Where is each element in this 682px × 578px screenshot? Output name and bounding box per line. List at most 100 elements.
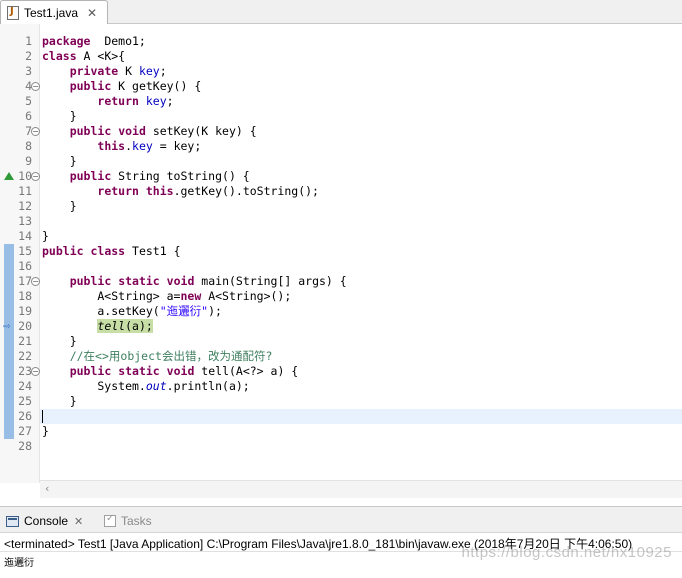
- code-token: public: [69, 124, 112, 138]
- code-text: System.out.println(a);: [42, 379, 250, 394]
- code-token: key: [138, 64, 160, 78]
- code-line[interactable]: 14}: [0, 229, 682, 244]
- line-number: 4: [25, 79, 32, 93]
- line-number: 20: [18, 319, 32, 333]
- code-line[interactable]: 26: [0, 409, 682, 424]
- line-number: 11: [18, 184, 32, 198]
- code-editor[interactable]: 1 package Demo1; 2 class A <K>{3 private K …: [0, 24, 682, 483]
- code-line[interactable]: 9 }: [0, 154, 682, 169]
- code-token: String toString() {: [111, 169, 250, 183]
- code-token: public: [69, 169, 112, 183]
- line-number: 9: [25, 154, 32, 168]
- change-marker: [4, 424, 14, 439]
- change-marker: [4, 409, 14, 424]
- code-text: }: [42, 199, 77, 214]
- code-token: main(String[] args) {: [194, 274, 347, 288]
- code-text: this.key = key;: [42, 139, 201, 154]
- change-marker: [4, 379, 14, 394]
- line-number: 12: [18, 199, 32, 213]
- fold-toggle-icon[interactable]: −: [31, 277, 40, 286]
- code-line[interactable]: 3 private K key;: [0, 64, 682, 79]
- debug-arrow-icon: ⇨: [3, 322, 11, 332]
- code-line[interactable]: 13: [0, 214, 682, 229]
- fold-toggle-icon[interactable]: −: [31, 172, 40, 181]
- code-token: class: [42, 49, 77, 63]
- code-line[interactable]: 5 return key;: [0, 94, 682, 109]
- fold-toggle-icon[interactable]: −: [31, 82, 40, 91]
- code-line[interactable]: 16: [0, 259, 682, 274]
- code-line[interactable]: 19 a.setKey("迤邐衍");: [0, 304, 682, 319]
- change-marker: [4, 289, 14, 304]
- line-number: 7: [25, 124, 32, 138]
- code-line[interactable]: 4− public K getKey() {: [0, 79, 682, 94]
- code-line[interactable]: 15 public class Test1 {: [0, 244, 682, 259]
- code-line[interactable]: 23− public static void tell(A<?> a) {: [0, 364, 682, 379]
- console-view-tab-bar: Console ✕ Tasks: [0, 506, 682, 533]
- code-token: void: [118, 124, 146, 138]
- code-text: }: [42, 154, 77, 169]
- scroll-left-icon[interactable]: ‹: [45, 482, 49, 495]
- code-line[interactable]: ⇨ 20 tell(a);: [0, 319, 682, 334]
- tasks-tab-label: Tasks: [121, 514, 152, 528]
- code-line[interactable]: 22 //在<>用object会出错，改为通配符?: [0, 349, 682, 364]
- line-number: 18: [18, 289, 32, 303]
- line-number: 23: [18, 364, 32, 378]
- code-text: private K key;: [42, 64, 167, 79]
- close-icon[interactable]: ✕: [74, 515, 83, 528]
- code-line[interactable]: 6 }: [0, 109, 682, 124]
- close-icon[interactable]: ✕: [87, 6, 97, 20]
- tab-console[interactable]: Console ✕: [6, 511, 83, 531]
- code-line[interactable]: 18 A<String> a=new A<String>();: [0, 289, 682, 304]
- editor-tab-test1-java[interactable]: Test1.java ✕: [0, 0, 108, 24]
- code-line[interactable]: 1 package Demo1;: [0, 34, 682, 49]
- code-line[interactable]: 8 this.key = key;: [0, 139, 682, 154]
- code-token: (a);: [125, 319, 153, 333]
- code-token: void: [166, 364, 195, 378]
- change-marker: [4, 349, 14, 364]
- code-token: return: [97, 184, 139, 198]
- code-line[interactable]: 25 }: [0, 394, 682, 409]
- code-token: ;: [166, 94, 174, 108]
- code-line[interactable]: 27}: [0, 424, 682, 439]
- line-number: 25: [18, 394, 32, 408]
- code-token: .println(a);: [166, 379, 250, 393]
- code-token: public: [69, 364, 112, 378]
- code-token: private: [69, 64, 119, 78]
- change-marker: [4, 304, 14, 319]
- java-file-icon: [7, 5, 19, 20]
- fold-toggle-icon[interactable]: −: [31, 367, 40, 376]
- code-line[interactable]: 12 }: [0, 199, 682, 214]
- editor-tab-label: Test1.java: [24, 5, 79, 20]
- code-line[interactable]: 2 class A <K>{: [0, 49, 682, 64]
- change-marker: [4, 244, 14, 259]
- code-line[interactable]: 24 System.out.println(a);: [0, 379, 682, 394]
- code-line[interactable]: 11 return this.getKey().toString();: [0, 184, 682, 199]
- code-token: new: [180, 289, 202, 303]
- line-number: 19: [18, 304, 32, 318]
- line-number: 14: [18, 229, 32, 243]
- code-line[interactable]: 7− public void setKey(K key) {: [0, 124, 682, 139]
- code-token: public: [42, 244, 84, 258]
- code-line[interactable]: 28: [0, 439, 682, 454]
- fold-toggle-icon[interactable]: −: [31, 127, 40, 136]
- code-token: class: [90, 244, 126, 258]
- code-token: "迤邐衍": [159, 304, 209, 318]
- code-text: package Demo1;: [42, 34, 146, 49]
- line-number: 3: [25, 64, 32, 78]
- code-line[interactable]: 21 }: [0, 334, 682, 349]
- horizontal-scrollbar[interactable]: ‹: [40, 480, 682, 498]
- code-token: key: [132, 139, 153, 153]
- override-icon: [4, 172, 14, 180]
- line-number: 24: [18, 379, 32, 393]
- line-number: 21: [18, 334, 32, 348]
- code-line[interactable]: 10− public String toString() {: [0, 169, 682, 184]
- code-token: );: [208, 304, 222, 318]
- code-line[interactable]: 17− public static void main(String[] arg…: [0, 274, 682, 289]
- tab-tasks[interactable]: Tasks: [104, 511, 152, 531]
